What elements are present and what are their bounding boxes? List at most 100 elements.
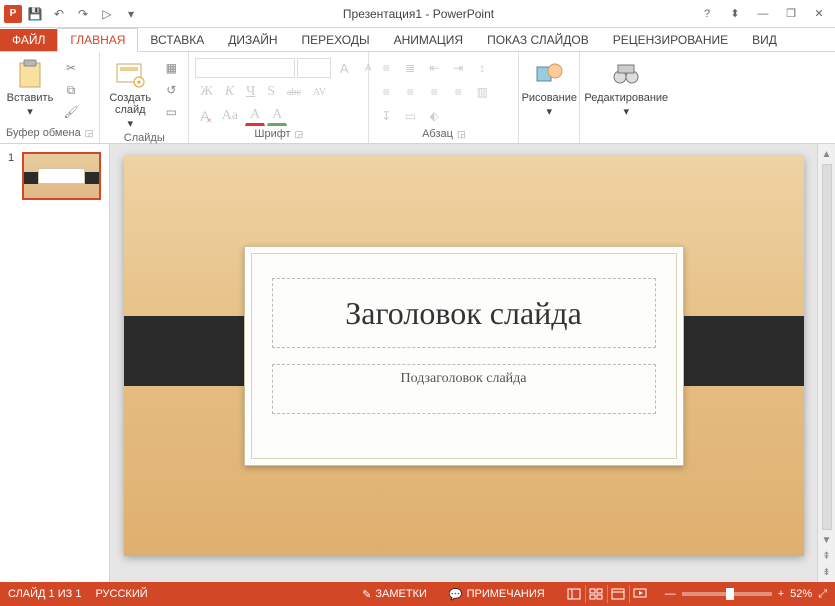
new-slide-label: Создать слайд (106, 92, 154, 116)
undo-button[interactable]: ↶ (48, 3, 70, 25)
font-size-combo[interactable] (297, 58, 331, 78)
chevron-down-icon: ▾ (547, 106, 553, 118)
tab-review[interactable]: РЕЦЕНЗИРОВАНИЕ (601, 29, 740, 51)
font-family-combo[interactable] (195, 58, 295, 78)
vertical-scrollbar[interactable]: ▲ ▼ ⇞ ⇟ (817, 144, 835, 582)
tab-file[interactable]: ФАЙЛ (0, 29, 57, 51)
new-slide-button[interactable]: ✶ Создать слайд ▾ (106, 58, 154, 130)
grow-font-button[interactable]: A (333, 58, 355, 78)
underline-button[interactable]: Ч (241, 82, 260, 102)
highlight-button[interactable]: A (267, 106, 287, 126)
bold-button[interactable]: Ж (195, 82, 218, 102)
slide[interactable]: Заголовок слайда Подзаголовок слайда (124, 156, 804, 556)
scroll-thumb[interactable] (822, 164, 832, 530)
next-slide-icon[interactable]: ⇟ (822, 564, 830, 580)
tab-design[interactable]: ДИЗАЙН (216, 29, 289, 51)
slide-counter[interactable]: СЛАЙД 1 ИЗ 1 (8, 588, 81, 600)
tab-home[interactable]: ГЛАВНАЯ (57, 28, 138, 52)
drawing-button[interactable]: Рисование ▾ (525, 58, 573, 118)
zoom-slider-knob[interactable] (726, 588, 734, 600)
font-launcher-icon[interactable]: ◲ (295, 129, 304, 140)
strike-button[interactable]: abc (282, 82, 306, 102)
group-font: A A Ж К Ч S abc AV A⨯ Aa A A Шрифт◲ (189, 52, 369, 143)
paste-button[interactable]: Вставить ▾ (6, 58, 54, 118)
scroll-up-icon[interactable]: ▲ (822, 146, 832, 162)
align-center-button[interactable]: ≡ (399, 82, 421, 102)
font-color-button[interactable]: A (245, 106, 265, 126)
thumbnail-preview[interactable] (22, 152, 101, 200)
zoom-in-button[interactable]: + (778, 588, 784, 600)
comments-icon: 💬 (449, 588, 463, 601)
align-right-button[interactable]: ≡ (423, 82, 445, 102)
decrease-indent-button[interactable]: ⇤ (423, 58, 445, 78)
bullets-button[interactable]: ≡ (375, 58, 397, 78)
sorter-view-button[interactable] (585, 585, 607, 603)
zoom-control: — + 52% ⤢ (665, 588, 827, 601)
numbering-button[interactable]: ≣ (399, 58, 421, 78)
scroll-down-icon[interactable]: ▼ (822, 532, 832, 548)
ribbon-display-button[interactable]: ⬍ (723, 4, 747, 24)
normal-view-button[interactable] (563, 585, 585, 603)
notes-icon: ✎ (362, 588, 371, 601)
cut-button[interactable]: ✂ (60, 58, 82, 78)
smartart-button[interactable]: ⬖ (423, 106, 445, 126)
comments-button[interactable]: 💬ПРИМЕЧАНИЯ (445, 588, 549, 601)
reading-view-button[interactable] (607, 585, 629, 603)
group-clipboard: Вставить ▾ ✂ ⧉ 🖌 Буфер обмена◲ (0, 52, 100, 143)
subtitle-placeholder[interactable]: Подзаголовок слайда (272, 364, 656, 414)
text-direction-button[interactable]: ↧ (375, 106, 397, 126)
align-text-button[interactable]: ▭ (399, 106, 421, 126)
paragraph-launcher-icon[interactable]: ◲ (457, 129, 466, 140)
tab-slideshow[interactable]: ПОКАЗ СЛАЙДОВ (475, 29, 601, 51)
italic-button[interactable]: К (220, 82, 239, 102)
restore-button[interactable]: ❐ (779, 4, 803, 24)
start-slideshow-button[interactable]: ▷ (96, 3, 118, 25)
save-button[interactable]: 💾 (24, 3, 46, 25)
justify-button[interactable]: ≡ (447, 82, 469, 102)
clear-format-button[interactable]: A⨯ (195, 106, 214, 126)
tab-insert[interactable]: ВСТАВКА (138, 29, 216, 51)
line-spacing-button[interactable]: ↕ (471, 58, 493, 78)
format-painter-button[interactable]: 🖌 (60, 102, 82, 122)
clipboard-icon (14, 58, 46, 90)
zoom-percent[interactable]: 52% (790, 588, 812, 600)
align-left-button[interactable]: ≡ (375, 82, 397, 102)
clipboard-launcher-icon[interactable]: ◲ (85, 128, 94, 139)
fit-to-window-button[interactable]: ⤢ (818, 588, 827, 601)
notes-button[interactable]: ✎ЗАМЕТКИ (358, 588, 431, 601)
group-font-label: Шрифт (254, 128, 290, 140)
group-slides: ✶ Создать слайд ▾ ▦ ↺ ▭ Слайды (100, 52, 189, 143)
help-button[interactable]: ? (695, 4, 719, 24)
shadow-button[interactable]: S (262, 82, 280, 102)
change-case-button[interactable]: Aa (217, 106, 243, 126)
drawing-label: Рисование (522, 92, 577, 104)
title-placeholder[interactable]: Заголовок слайда (272, 278, 656, 348)
slideshow-view-button[interactable] (629, 585, 651, 603)
tab-transitions[interactable]: ПЕРЕХОДЫ (290, 29, 382, 51)
columns-button[interactable]: ▥ (471, 82, 493, 102)
editing-button[interactable]: Редактирование ▾ (586, 58, 666, 118)
tab-view[interactable]: ВИД (740, 29, 789, 51)
reset-button[interactable]: ↺ (160, 80, 182, 100)
thumbnail-pane[interactable]: 1 (0, 144, 110, 582)
minimize-button[interactable]: — (751, 4, 775, 24)
slide-canvas[interactable]: Заголовок слайда Подзаголовок слайда (110, 144, 817, 582)
copy-button[interactable]: ⧉ (60, 80, 82, 100)
char-spacing-button[interactable]: AV (308, 82, 331, 102)
close-button[interactable]: ✕ (807, 4, 831, 24)
zoom-out-button[interactable]: — (665, 588, 676, 600)
zoom-slider[interactable] (682, 592, 772, 596)
increase-indent-button[interactable]: ⇥ (447, 58, 469, 78)
layout-button[interactable]: ▦ (160, 58, 182, 78)
svg-text:✶: ✶ (136, 78, 143, 87)
section-button[interactable]: ▭ (160, 102, 182, 122)
new-slide-icon: ✶ (114, 58, 146, 90)
language-indicator[interactable]: РУССКИЙ (95, 588, 147, 600)
editing-label: Редактирование (584, 92, 668, 104)
tab-animations[interactable]: АНИМАЦИЯ (382, 29, 475, 51)
prev-slide-icon[interactable]: ⇞ (822, 548, 830, 564)
qat-customize-button[interactable]: ▾ (120, 3, 142, 25)
thumbnail-item[interactable]: 1 (8, 152, 101, 200)
redo-button[interactable]: ↷ (72, 3, 94, 25)
group-drawing: Рисование ▾ . (519, 52, 580, 143)
